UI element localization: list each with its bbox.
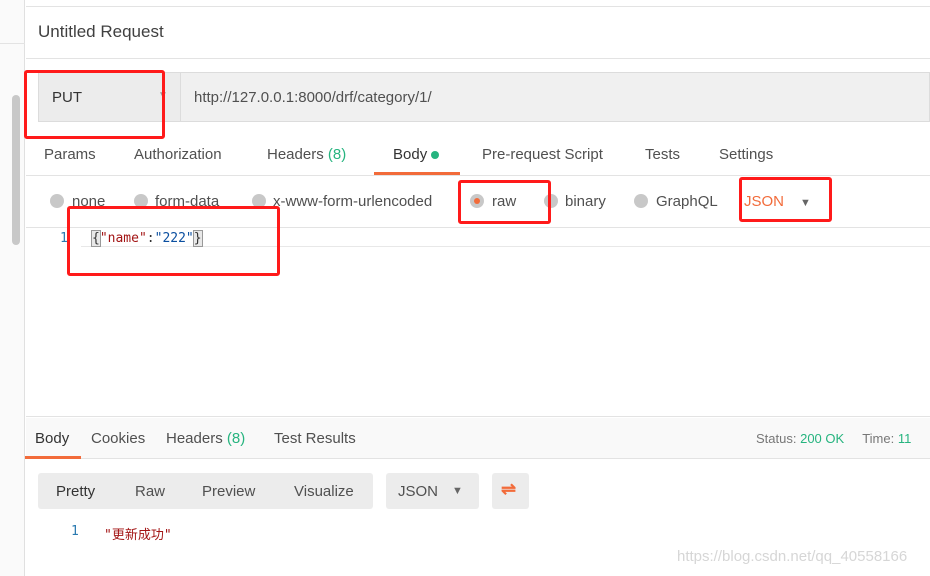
response-tab-test-results[interactable]: Test Results: [274, 430, 356, 447]
response-active-underline: [25, 456, 81, 459]
response-tab-cookies[interactable]: Cookies: [91, 430, 145, 447]
tab-settings[interactable]: Settings: [719, 146, 773, 163]
wrap-icon: ⇌: [501, 479, 517, 499]
tab-body[interactable]: Body: [393, 146, 440, 163]
sidebar-divider: [0, 43, 25, 44]
tab-authorization[interactable]: Authorization: [134, 146, 222, 163]
scrollbar[interactable]: [12, 95, 20, 245]
radio-none[interactable]: [50, 194, 64, 208]
header-divider: [26, 58, 930, 59]
view-pretty[interactable]: Pretty: [56, 483, 95, 500]
response-line-number: 1: [71, 524, 79, 539]
radio-graphql-label: GraphQL: [656, 193, 718, 210]
tab-headers[interactable]: Headers (8): [267, 146, 346, 163]
modified-dot-icon: [431, 151, 440, 160]
tab-tests[interactable]: Tests: [645, 146, 680, 163]
watermark: https://blog.csdn.net/qq_40558166: [677, 548, 908, 565]
radio-graphql[interactable]: [634, 194, 648, 208]
response-content: "更新成功": [104, 528, 172, 543]
top-tab-strip: [26, 0, 930, 7]
annotation-box-method: [24, 70, 165, 139]
response-format-select[interactable]: JSON ▼: [386, 473, 479, 509]
tabs-divider: [26, 175, 930, 176]
request-title: Untitled Request: [38, 22, 164, 41]
radio-binary-label: binary: [565, 193, 606, 210]
view-preview[interactable]: Preview: [202, 483, 255, 500]
url-value: http://127.0.0.1:8000/drf/category/1/: [194, 89, 432, 106]
annotation-box-editor: [67, 206, 280, 276]
tab-params[interactable]: Params: [44, 146, 96, 163]
annotation-box-json: [739, 177, 832, 222]
response-status: Status: 200 OK Time: 11: [756, 431, 912, 446]
response-tab-body[interactable]: Body: [35, 430, 69, 447]
view-raw[interactable]: Raw: [135, 483, 165, 500]
wrap-lines-button[interactable]: ⇌: [492, 473, 529, 509]
url-input[interactable]: http://127.0.0.1:8000/drf/category/1/: [181, 72, 930, 122]
radio-urlencoded-label: x-www-form-urlencoded: [273, 193, 433, 210]
chevron-down-icon: ▼: [452, 485, 463, 497]
view-visualize[interactable]: Visualize: [294, 483, 354, 500]
tab-pre-request-script[interactable]: Pre-request Script: [482, 146, 603, 163]
annotation-box-raw: [458, 180, 551, 224]
sidebar-edge: [0, 0, 25, 576]
response-tab-headers[interactable]: Headers (8): [166, 430, 245, 447]
